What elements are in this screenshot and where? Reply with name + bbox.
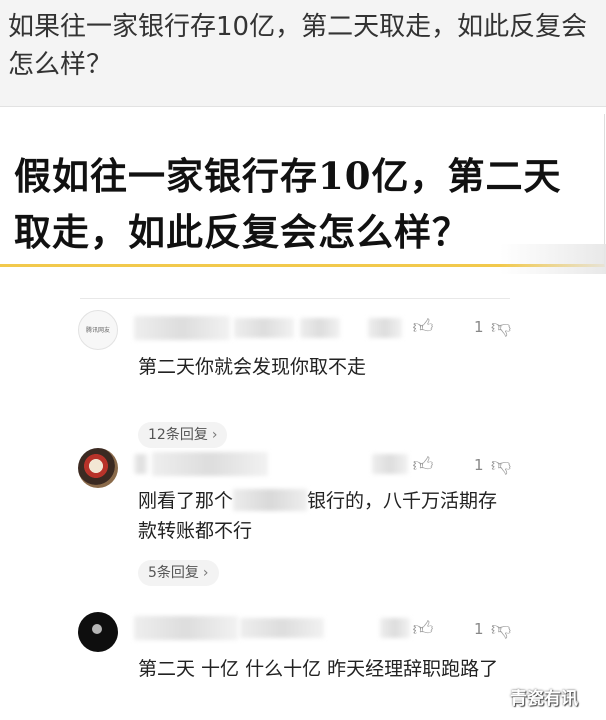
avatar[interactable]	[78, 448, 118, 488]
dislike-count: 1	[474, 318, 484, 336]
avatar[interactable]	[78, 612, 118, 652]
thumb-down-icon[interactable]: 👎︎	[488, 452, 514, 476]
avatar[interactable]: 腾讯网友	[78, 310, 118, 350]
comment-text: 第二天你就会发现你取不走	[138, 356, 367, 378]
blurred-username	[134, 616, 238, 640]
thumb-down-icon[interactable]: 👎︎	[488, 314, 514, 338]
comment-text: 刚看了那个 银行的，八千万活期存款转账都不行	[138, 486, 508, 546]
question-title: 如果往一家银行存10亿，第二天取走，如此反复会怎么样？	[8, 12, 588, 80]
thumb-up-icon[interactable]: 👍︎	[410, 616, 436, 640]
replies-label: 12条回复	[148, 427, 208, 443]
comment-text-part: 刚看了那个	[138, 490, 234, 512]
blurred-username	[134, 454, 148, 474]
banner-corner-fade	[500, 244, 606, 274]
dislike-count: 1	[474, 620, 484, 638]
replies-button[interactable]: 5条回复 ›	[138, 560, 219, 586]
replies-label: 5条回复	[148, 565, 199, 581]
blurred-username	[300, 318, 340, 338]
blurred-username	[134, 316, 230, 340]
question-header: 如果往一家银行存10亿，第二天取走，如此反复会怎么样？	[0, 0, 606, 107]
dislike-count: 1	[474, 456, 484, 474]
blurred-username	[152, 452, 268, 476]
watermark: 青瓷有讯	[510, 689, 578, 709]
thumb-up-icon[interactable]: 👍︎	[410, 314, 436, 338]
chevron-right-icon: ›	[211, 427, 218, 443]
comment-text: 第二天 十亿 什么十亿 昨天经理辞职跑路了	[138, 658, 499, 680]
comment-list: 腾讯网友 👍︎ 1 👎︎ 第二天你就会发现你取不走 12条回复 › 👍︎ 1 👎︎…	[0, 282, 606, 720]
blurred-bank-name	[233, 489, 308, 511]
divider	[80, 298, 510, 299]
avatar-dot	[92, 624, 102, 634]
blurred-timestamp	[380, 618, 410, 638]
thumb-up-icon[interactable]: 👍︎	[410, 452, 436, 476]
blurred-username	[240, 618, 324, 638]
blurred-timestamp	[372, 454, 408, 474]
avatar-text: 腾讯网友	[85, 327, 110, 334]
replies-button[interactable]: 12条回复 ›	[138, 422, 228, 448]
blurred-timestamp	[368, 318, 402, 338]
thumb-down-icon[interactable]: 👎︎	[488, 616, 514, 640]
blurred-username	[234, 318, 294, 338]
chevron-right-icon: ›	[202, 565, 209, 581]
